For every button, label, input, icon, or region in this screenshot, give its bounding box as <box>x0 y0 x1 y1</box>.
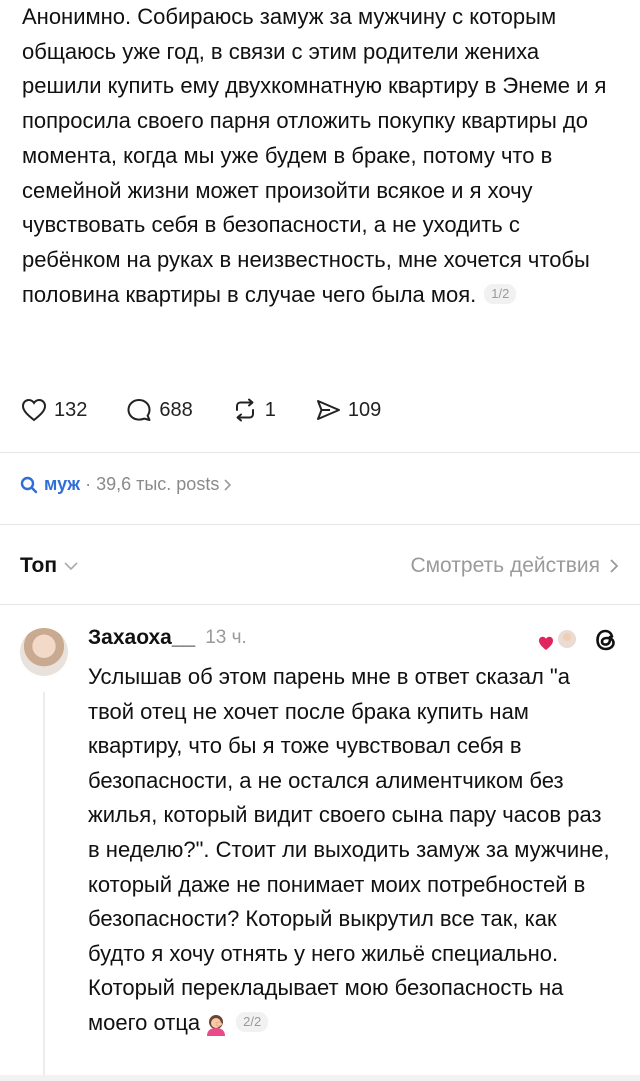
sort-label: Топ <box>20 554 58 577</box>
sort-bar: Топ Смотреть действия <box>20 548 620 584</box>
comment-bubble-icon <box>127 399 151 421</box>
repost-count: 1 <box>264 398 276 421</box>
comment-header: Захаоха__ 13 ч. <box>88 626 247 650</box>
view-activity-link[interactable]: Смотреть действия <box>410 554 620 578</box>
divider <box>0 452 640 453</box>
repost-button[interactable]: 1 <box>231 396 276 424</box>
comment: Захаоха__ 13 ч. Услышав об этом парень м… <box>0 606 640 1081</box>
post-actions: 132 688 1 109 <box>20 392 381 428</box>
bottom-edge <box>0 1075 640 1081</box>
like-count: 132 <box>54 398 88 421</box>
red-heart-icon <box>539 628 578 650</box>
username[interactable]: Захаоха__ <box>88 626 195 650</box>
search-chip[interactable]: муж · 39,6 тыс. posts <box>20 474 234 495</box>
avatar[interactable] <box>20 628 68 676</box>
post-text: Анонимно. Собираюсь замуж за мужчину с к… <box>22 0 618 312</box>
share-button[interactable]: 109 <box>314 396 381 424</box>
page-indicator: 2/2 <box>236 1012 269 1033</box>
page-indicator: 1/2 <box>484 283 517 304</box>
timestamp: 13 ч. <box>205 627 247 648</box>
post-body: Анонимно. Собираюсь замуж за мужчину с к… <box>22 4 607 307</box>
like-button[interactable]: 132 <box>20 396 87 424</box>
woman-facepalming-emoji <box>207 1015 226 1037</box>
divider <box>0 604 640 605</box>
post-count: 39,6 тыс. posts <box>96 474 220 494</box>
chevron-right-icon <box>610 559 619 573</box>
send-icon <box>316 400 340 420</box>
liked-by-author <box>538 626 578 658</box>
share-count: 109 <box>347 398 382 421</box>
reply-count: 688 <box>159 398 193 421</box>
separator: · <box>85 474 92 494</box>
sort-dropdown[interactable]: Топ <box>20 554 79 578</box>
search-query: муж <box>44 474 81 494</box>
comment-body: Услышав об этом парень мне в ответ сказа… <box>88 664 610 1035</box>
heart-outline-icon <box>21 398 47 422</box>
threads-logo-icon[interactable] <box>590 624 622 656</box>
section-divider <box>0 524 640 525</box>
repost-arrows-icon <box>235 398 254 422</box>
reply-button[interactable]: 688 <box>125 396 193 424</box>
thread-line <box>43 692 45 1081</box>
chevron-down-icon <box>64 562 78 571</box>
chevron-right-icon <box>224 478 232 491</box>
view-activity-label: Смотреть действия <box>410 554 600 577</box>
comment-text: Услышав об этом парень мне в ответ сказа… <box>88 660 618 1041</box>
search-icon <box>20 476 38 493</box>
